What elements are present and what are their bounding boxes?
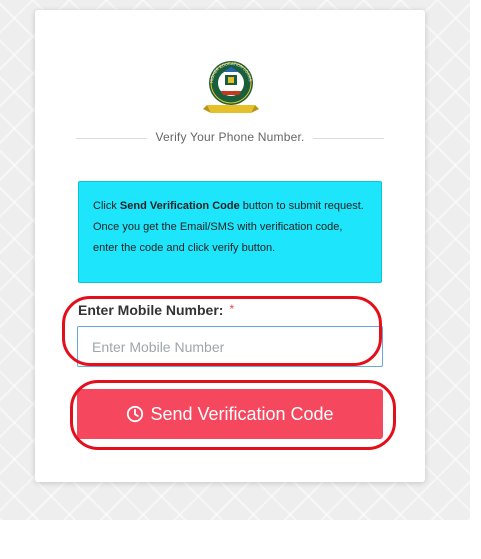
heslb-logo: HIGHER EDUCATION LOANS BOARD	[201, 55, 259, 113]
info-text-bold: Send Verification Code	[119, 200, 240, 212]
page-subtitle: Verify Your Phone Number.	[35, 130, 425, 144]
info-alert: Click Send Verification Code button to s…	[78, 181, 382, 283]
annotation-highlight-mobile	[62, 296, 382, 366]
info-text-prefix: Click	[93, 200, 120, 212]
annotation-highlight-button	[70, 380, 396, 450]
